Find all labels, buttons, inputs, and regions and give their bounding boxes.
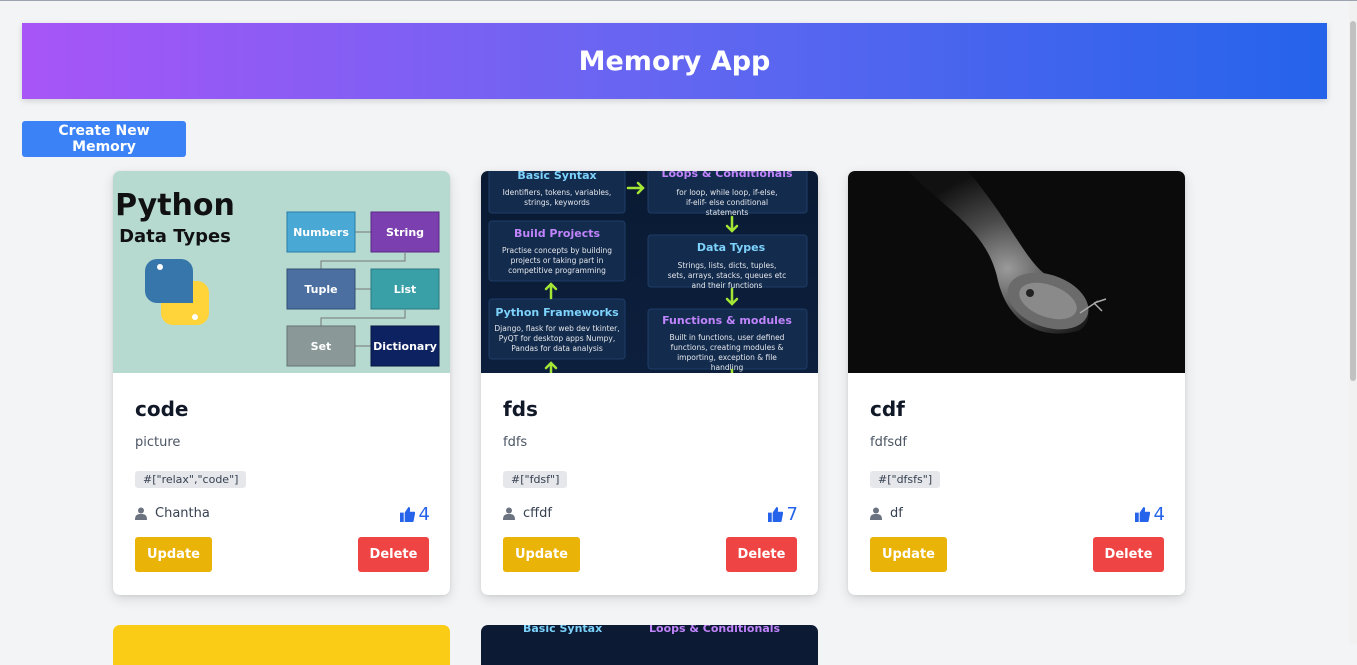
like-button[interactable]: 7 [767, 504, 798, 525]
block-title: Build Projects [514, 227, 601, 240]
app-title: Memory App [578, 45, 771, 77]
create-memory-button[interactable]: Create New Memory [22, 121, 186, 157]
thumbs-up-icon [1134, 507, 1150, 522]
update-button[interactable]: Update [870, 537, 947, 572]
page-scrollbar[interactable] [1349, 1, 1357, 644]
box-set: Set [311, 340, 332, 353]
memory-image: Python Data Types Numbers String Tuple L… [113, 171, 450, 373]
delete-button[interactable]: Delete [358, 537, 429, 572]
block-title: Loops & Conditionals [661, 171, 793, 180]
author-name: Chantha [155, 506, 210, 521]
block-title: Basic Syntax [517, 171, 596, 182]
box-list: List [394, 283, 417, 296]
update-button[interactable]: Update [135, 537, 212, 572]
memory-author: Chantha [135, 506, 210, 521]
memory-card: Basic Syntax Loops & Conditionals Build … [481, 171, 818, 595]
box-dictionary: Dictionary [373, 340, 437, 353]
partial-block-title: Basic Syntax [523, 625, 603, 635]
partial-block-title: Loops & Conditionals [649, 625, 781, 635]
like-count: 4 [418, 504, 430, 525]
block-title: Functions & modules [662, 314, 792, 327]
memory-description: fdfs [503, 435, 528, 450]
block-title: Python Frameworks [495, 306, 619, 319]
box-string: String [386, 226, 424, 239]
memory-image [848, 171, 1185, 373]
author-name: cffdf [523, 506, 552, 521]
memory-description: picture [135, 435, 181, 450]
app-header: Memory App [22, 23, 1327, 99]
memory-card: cdf fdfsdf #["dfsfs"] df 4 Update Delete [848, 171, 1185, 595]
author-name: df [890, 506, 903, 521]
user-icon [503, 507, 515, 520]
memory-image: Basic Syntax Loops & Conditionals Build … [481, 171, 818, 373]
update-button[interactable]: Update [503, 537, 580, 572]
memory-card: Python Data Types Numbers String Tuple L… [113, 171, 450, 595]
box-numbers: Numbers [293, 226, 349, 239]
memory-title: cdf [870, 397, 905, 421]
memory-card-partial [113, 625, 450, 665]
snake-photo-image [848, 171, 1185, 373]
like-button[interactable]: 4 [399, 504, 430, 525]
memory-title: code [135, 397, 189, 421]
like-button[interactable]: 4 [1134, 504, 1165, 525]
delete-button[interactable]: Delete [726, 537, 797, 572]
thumbs-up-icon [399, 507, 415, 522]
like-count: 7 [786, 504, 798, 525]
scrollbar-thumb[interactable] [1350, 21, 1356, 381]
image-heading-1: Python [115, 188, 235, 223]
memory-tags: #["relax","code"] [135, 471, 247, 488]
memory-author: df [870, 506, 903, 521]
python-data-types-image: Python Data Types Numbers String Tuple L… [113, 171, 450, 373]
user-icon [135, 507, 147, 520]
python-roadmap-image: Basic Syntax Loops & Conditionals Build … [481, 171, 818, 373]
block-text: Practise concepts by building projects or… [502, 246, 612, 275]
like-count: 4 [1153, 504, 1165, 525]
thumbs-up-icon [767, 507, 783, 522]
box-tuple: Tuple [304, 283, 337, 296]
memory-title: fds [503, 397, 538, 421]
block-text: Django, flask for web dev tkinter, PyQT f… [494, 324, 619, 353]
user-icon [870, 507, 882, 520]
memory-card-partial: Basic Syntax Loops & Conditionals [481, 625, 818, 665]
memory-tags: #["dfsfs"] [870, 471, 941, 488]
memory-author: cffdf [503, 506, 552, 521]
image-heading-2: Data Types [119, 226, 231, 247]
memory-tags: #["fdsf"] [503, 471, 568, 488]
delete-button[interactable]: Delete [1093, 537, 1164, 572]
memory-description: fdfsdf [870, 435, 908, 450]
block-title: Data Types [697, 241, 766, 254]
